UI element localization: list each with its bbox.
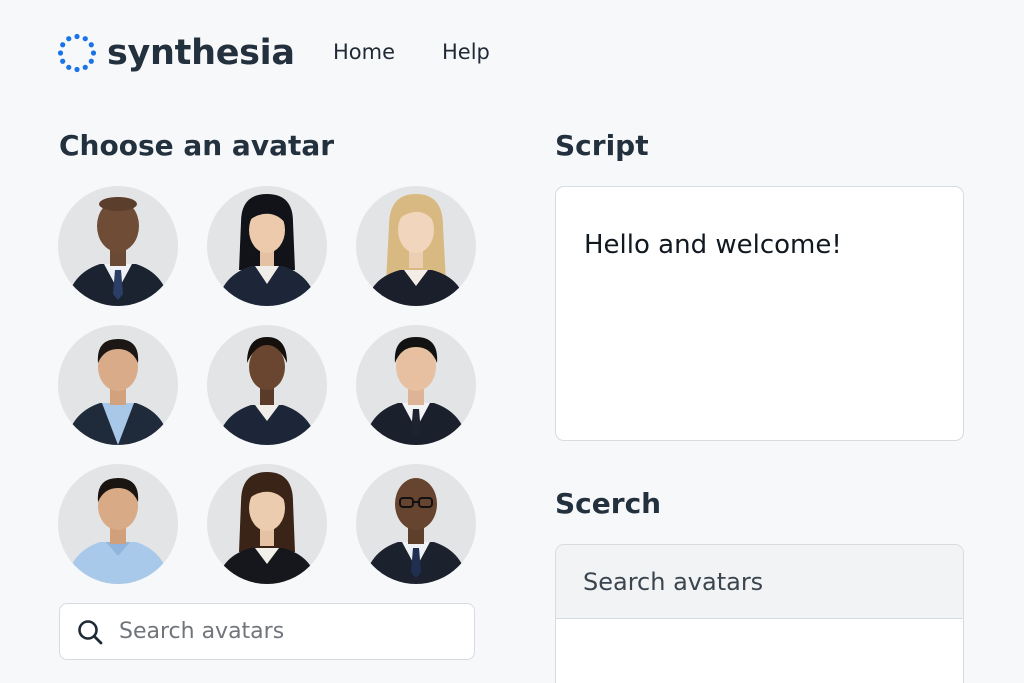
avatar-option[interactable] [207, 464, 327, 584]
avatar-man-glasses-icon [364, 478, 468, 584]
script-editor[interactable]: Hello and welcome! [555, 186, 964, 441]
avatar-option[interactable] [207, 325, 327, 445]
avatar-man-light-blue-shirt-icon [66, 339, 170, 445]
top-nav: Home Help [333, 38, 490, 66]
search-panel-input-row [556, 545, 963, 619]
nav-help-link[interactable]: Help [442, 38, 490, 66]
avatar-woman-brown-hair-icon [217, 472, 317, 584]
avatar-option[interactable] [356, 186, 476, 306]
brand-name: synthesia [107, 33, 295, 73]
brand-logo[interactable]: synthesia [57, 33, 295, 73]
avatar-woman-dark-hair-icon [217, 194, 317, 306]
search-icon [78, 619, 103, 644]
avatar-option[interactable] [58, 325, 178, 445]
avatar-grid [58, 186, 476, 584]
avatar-option[interactable] [207, 186, 327, 306]
avatar-woman-blazer-icon [217, 337, 317, 445]
avatar-man-blue-shirt-icon [66, 478, 170, 584]
search-input[interactable] [583, 567, 943, 596]
search-panel [555, 544, 964, 683]
avatar-woman-blonde-icon [366, 194, 466, 306]
dotted-circle-logo-icon [57, 33, 97, 73]
avatar-search-bar [59, 603, 475, 660]
avatar-option[interactable] [58, 464, 178, 584]
search-heading: Scerch [555, 487, 662, 520]
avatar-man-suit-tie-icon [66, 197, 170, 306]
avatar-option[interactable] [356, 325, 476, 445]
avatar-option[interactable] [58, 186, 178, 306]
avatar-man-tie-icon [364, 337, 468, 445]
avatar-option[interactable] [356, 464, 476, 584]
script-heading: Script [555, 129, 649, 162]
avatar-search-input[interactable] [119, 619, 449, 644]
script-text[interactable]: Hello and welcome! [584, 229, 842, 261]
avatars-heading: Choose an avatar [59, 129, 335, 162]
nav-home-link[interactable]: Home [333, 38, 395, 66]
